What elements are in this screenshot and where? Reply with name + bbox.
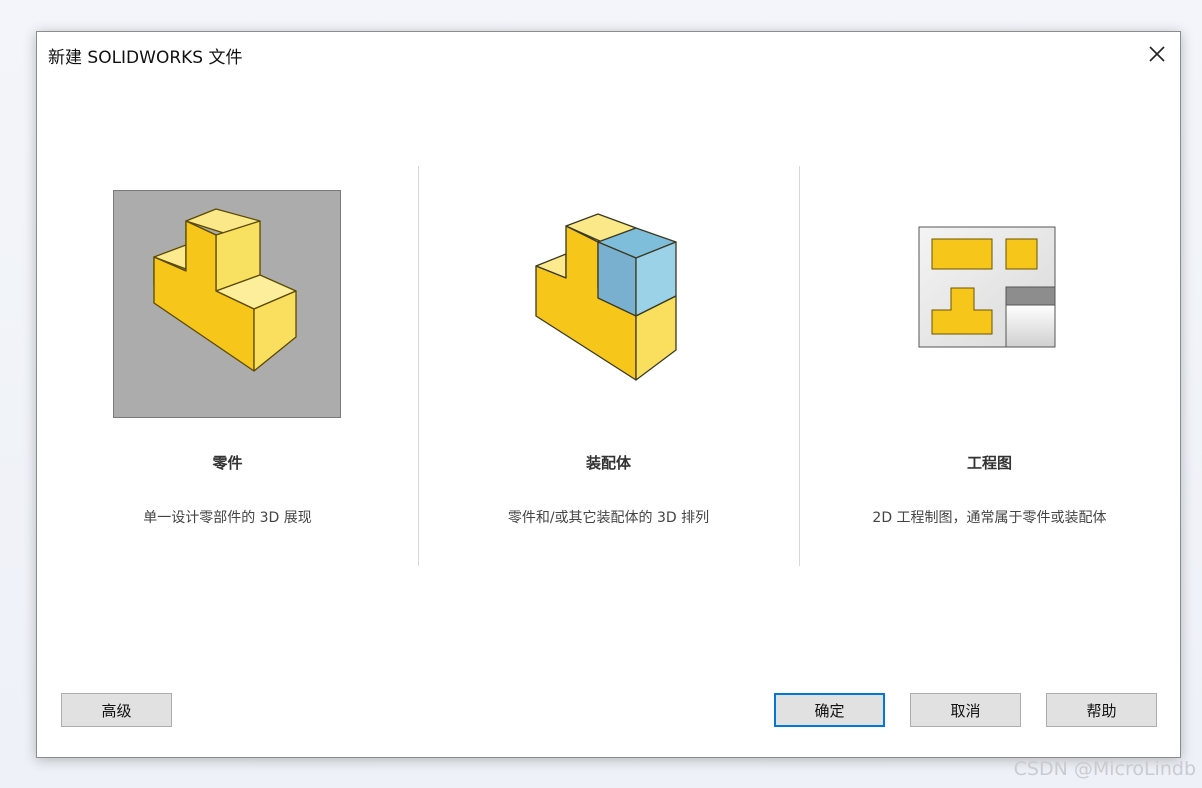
option-drawing[interactable]: 工程图 2D 工程制图，通常属于零件或装配体: [799, 162, 1180, 567]
option-assembly[interactable]: 装配体 零件和/或其它装配体的 3D 排列: [418, 162, 799, 567]
part-thumbnail[interactable]: [113, 190, 341, 418]
option-assembly-description: 零件和/或其它装配体的 3D 排列: [507, 510, 710, 526]
advanced-button[interactable]: 高级: [61, 693, 172, 727]
new-document-dialog: 新建 SOLIDWORKS 文件 零件 单一设计零部件的 3D 展现 装配体 零…: [36, 31, 1181, 758]
drawing-thumbnail[interactable]: [876, 190, 1104, 418]
cancel-button[interactable]: 取消: [910, 693, 1021, 727]
option-drawing-label: 工程图: [966, 454, 1012, 472]
help-button[interactable]: 帮助: [1046, 693, 1157, 727]
dialog-title: 新建 SOLIDWORKS 文件: [48, 48, 243, 68]
ok-button[interactable]: 确定: [774, 693, 885, 727]
assembly-thumbnail[interactable]: [494, 190, 722, 418]
drawing-icon: [918, 226, 1056, 348]
option-part-label: 零件: [212, 454, 243, 472]
option-assembly-label: 装配体: [585, 454, 631, 472]
option-part-description: 单一设计零部件的 3D 展现: [143, 510, 312, 526]
option-drawing-description: 2D 工程制图，通常属于零件或装配体: [872, 510, 1107, 526]
dialog-titlebar: 新建 SOLIDWORKS 文件: [37, 32, 1180, 76]
part-icon: [153, 208, 297, 372]
close-button[interactable]: [1134, 32, 1180, 76]
option-part[interactable]: 零件 单一设计零部件的 3D 展现: [37, 162, 418, 567]
watermark: CSDN @MicroLindb: [1013, 758, 1196, 780]
assembly-icon: [535, 213, 677, 381]
close-icon: [1149, 46, 1165, 62]
